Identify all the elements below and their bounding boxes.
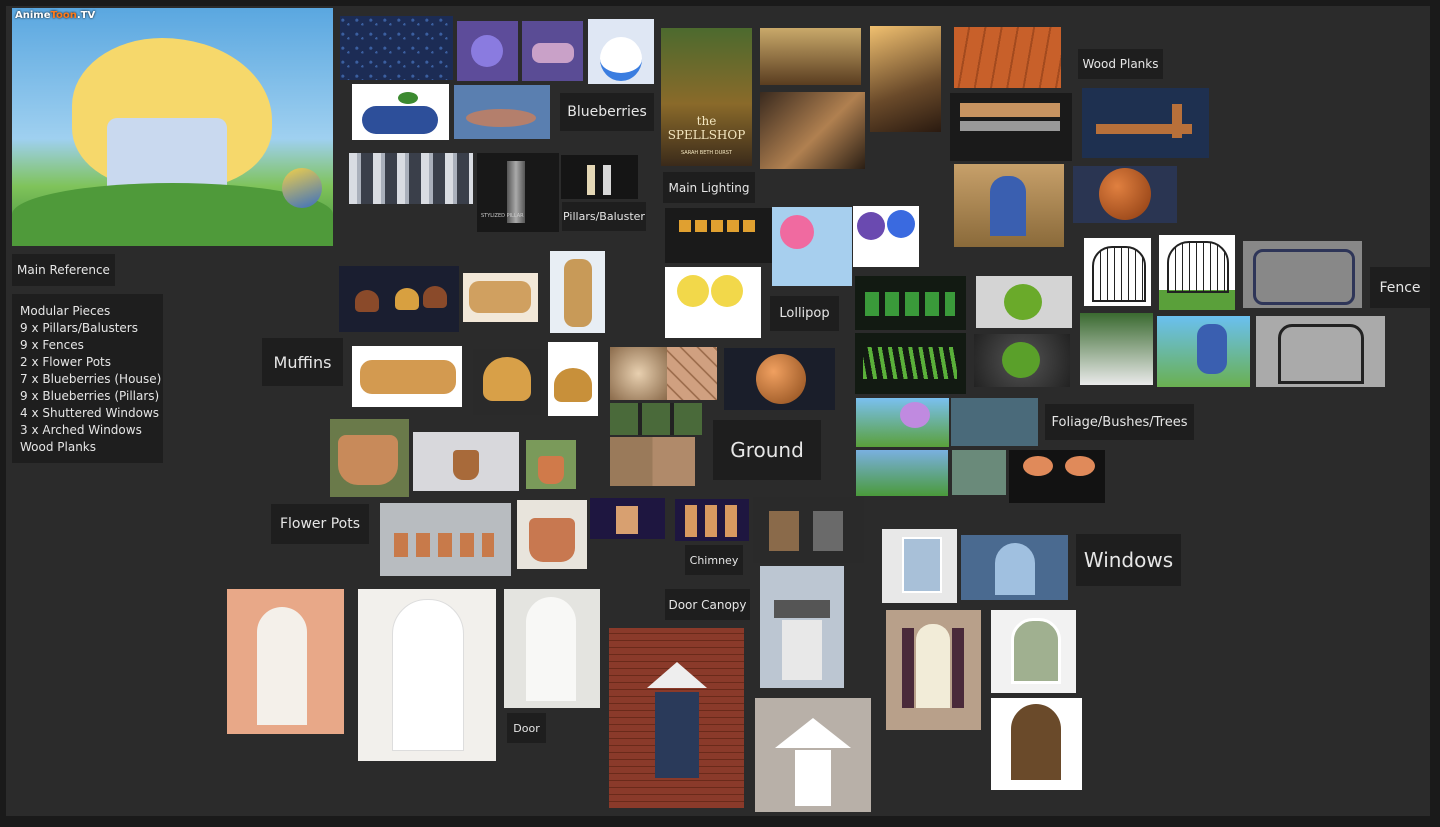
wood-planks-label: Wood Planks bbox=[1078, 49, 1163, 79]
note-line: 2 x Flower Pots bbox=[20, 355, 111, 369]
note-line: 9 x Blueberries (Pillars) bbox=[20, 389, 160, 403]
pink-lollipop[interactable] bbox=[772, 207, 852, 286]
ground-label: Ground bbox=[713, 420, 821, 480]
iron-gate-2[interactable] bbox=[1159, 235, 1235, 310]
interior-room-photo[interactable] bbox=[760, 28, 861, 85]
large-planter[interactable] bbox=[517, 500, 587, 569]
chimney-models[interactable] bbox=[753, 497, 864, 563]
garden-fence[interactable] bbox=[1080, 313, 1153, 385]
moss-textures[interactable] bbox=[610, 403, 702, 435]
blueberry-cat[interactable] bbox=[588, 19, 654, 84]
stylized-tree-scene[interactable] bbox=[856, 398, 949, 447]
lollipop-label: Lollipop bbox=[770, 296, 839, 331]
canopy-photo-brick[interactable] bbox=[609, 628, 744, 808]
pillar-pair[interactable] bbox=[561, 155, 638, 199]
ground-stone-texture[interactable] bbox=[610, 347, 667, 400]
chimney-render-2[interactable] bbox=[675, 499, 749, 541]
blueberry-platform[interactable] bbox=[454, 85, 550, 139]
note-line: 4 x Shuttered Windows bbox=[20, 406, 160, 420]
arched-door-2[interactable] bbox=[358, 589, 496, 761]
wood-sphere[interactable] bbox=[1073, 166, 1177, 223]
chimney-label: Chimney bbox=[685, 545, 743, 575]
blueberries-photo[interactable] bbox=[340, 16, 453, 80]
watermark: AnimeToon.TV bbox=[15, 10, 96, 21]
terracotta-pots[interactable] bbox=[330, 419, 409, 497]
ground-tile-texture[interactable] bbox=[667, 347, 717, 400]
blueberries-bowl[interactable] bbox=[352, 84, 449, 140]
chimney-render-1[interactable] bbox=[590, 498, 665, 539]
yellow-lollipops[interactable] bbox=[665, 267, 761, 338]
galaxy-lollipops[interactable] bbox=[853, 206, 919, 267]
blueberry-cake[interactable] bbox=[522, 21, 583, 81]
note-line: 3 x Arched Windows bbox=[20, 423, 142, 437]
book-author: SARAH BETH DURST bbox=[681, 150, 732, 156]
note-line: 9 x Fences bbox=[20, 338, 84, 352]
wood-planks-texture[interactable] bbox=[954, 27, 1061, 88]
note-line: Modular Pieces bbox=[20, 304, 111, 318]
arched-door-3[interactable] bbox=[504, 589, 600, 708]
foliage-sheet-1[interactable] bbox=[855, 276, 966, 330]
mushroom-trees[interactable] bbox=[1009, 450, 1105, 503]
book-title: the SPELLSHOP bbox=[667, 114, 746, 142]
fence-label: Fence bbox=[1370, 267, 1430, 308]
door-label: Door bbox=[507, 713, 546, 743]
flower-pots-label: Flower Pots bbox=[271, 504, 369, 544]
muffins-dark[interactable] bbox=[339, 266, 459, 332]
bush-render-2[interactable] bbox=[974, 334, 1070, 387]
main-reference-image[interactable]: AnimeToon.TV bbox=[12, 8, 333, 246]
shuttered-window-2[interactable] bbox=[886, 610, 981, 730]
lollipops-row[interactable] bbox=[665, 208, 772, 263]
pillars-label: Pillars/Baluster bbox=[562, 202, 646, 231]
muffins-label: Muffins bbox=[262, 338, 343, 386]
mini-trees[interactable] bbox=[952, 450, 1006, 495]
arched-window-wood[interactable] bbox=[991, 698, 1082, 790]
balusters-row[interactable] bbox=[349, 153, 473, 204]
cobblestone-textures[interactable] bbox=[610, 437, 695, 486]
arched-window-blue[interactable] bbox=[961, 535, 1068, 600]
character-door-render[interactable] bbox=[954, 164, 1064, 247]
note-line: 9 x Pillars/Balusters bbox=[20, 321, 138, 335]
bushes-set[interactable] bbox=[951, 398, 1038, 446]
main-reference-label: Main Reference bbox=[12, 254, 115, 286]
plank-models[interactable] bbox=[950, 93, 1072, 161]
muffin-stack[interactable] bbox=[550, 251, 605, 333]
modular-pieces-notes: Modular Pieces 9 x Pillars/Balusters 9 x… bbox=[12, 294, 163, 463]
wooden-fence-model[interactable] bbox=[1082, 88, 1209, 158]
stylized-pillar-card[interactable]: STYLIZED PILLAR bbox=[477, 153, 559, 232]
pillar-card-title: STYLIZED PILLAR bbox=[481, 213, 524, 219]
muffin-closeup[interactable] bbox=[473, 349, 541, 415]
arched-window-white[interactable] bbox=[991, 610, 1076, 693]
windows-label: Windows bbox=[1076, 534, 1181, 586]
muffins-row[interactable] bbox=[352, 346, 462, 407]
iron-gate-1[interactable] bbox=[1084, 238, 1151, 306]
door-canopy-label: Door Canopy bbox=[665, 589, 750, 620]
ground-sphere[interactable] bbox=[724, 348, 835, 410]
note-line: 7 x Blueberries (House) bbox=[20, 372, 162, 386]
green-meadow[interactable] bbox=[856, 450, 948, 496]
bush-render-1[interactable] bbox=[976, 276, 1072, 328]
potted-plant-2[interactable] bbox=[526, 440, 576, 489]
muffin-single[interactable] bbox=[548, 342, 598, 416]
window-light-room[interactable] bbox=[760, 92, 865, 169]
shuttered-window-1[interactable] bbox=[882, 529, 957, 603]
foliage-sheet-2[interactable] bbox=[855, 333, 966, 394]
canopy-photo-white[interactable] bbox=[755, 698, 871, 812]
blueberry-render[interactable] bbox=[457, 21, 518, 81]
foliage-label: Foliage/Bushes/Trees bbox=[1045, 404, 1194, 440]
cartoon-fence-scene[interactable] bbox=[1157, 316, 1250, 387]
scroll-gate[interactable] bbox=[1256, 316, 1385, 387]
canopy-photo-1[interactable] bbox=[760, 566, 844, 688]
potted-plant-1[interactable] bbox=[413, 432, 519, 491]
main-lighting-label: Main Lighting bbox=[663, 172, 755, 203]
spellshop-book-cover[interactable]: the SPELLSHOP SARAH BETH DURST bbox=[661, 28, 752, 166]
arched-door-1[interactable] bbox=[227, 589, 344, 734]
blueberries-label: Blueberries bbox=[560, 93, 654, 131]
succulent-pots[interactable] bbox=[380, 503, 511, 576]
blueberry-muffins-1[interactable] bbox=[463, 273, 538, 322]
cozy-interior[interactable] bbox=[870, 26, 941, 132]
note-line: Wood Planks bbox=[20, 440, 97, 454]
scroll-fence-panel[interactable] bbox=[1243, 241, 1362, 308]
